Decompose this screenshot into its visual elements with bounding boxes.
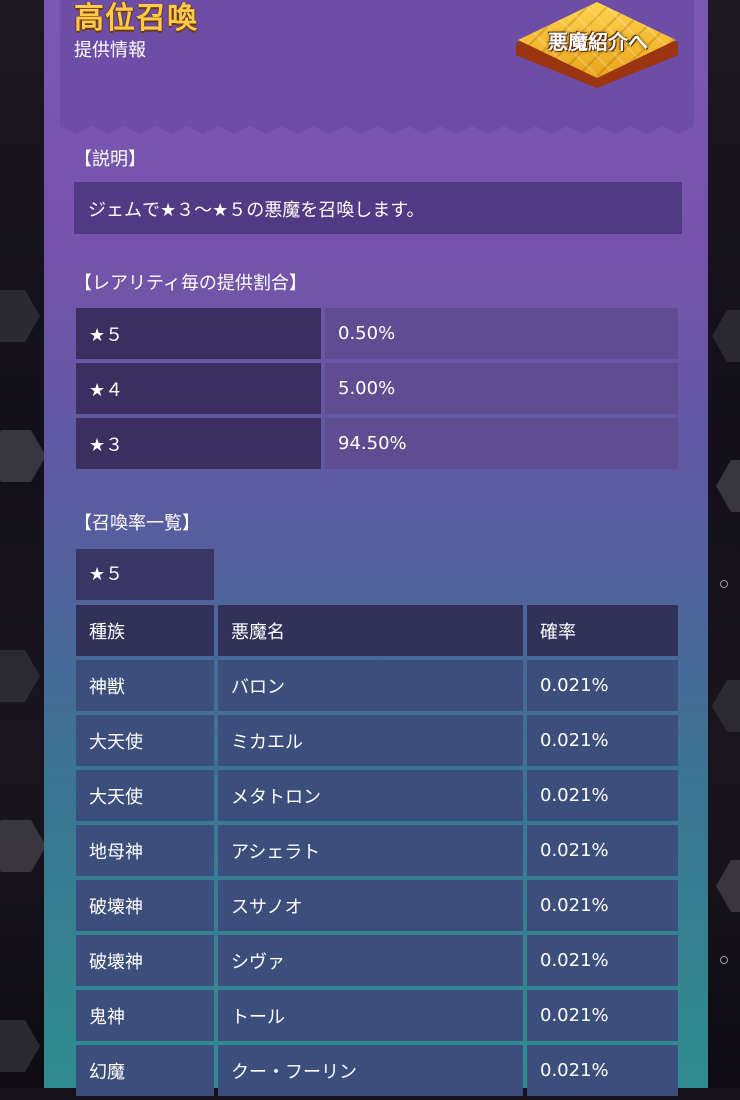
demon-name-cell: アシェラト: [218, 825, 523, 876]
table-row: ★５ 0.50%: [76, 308, 678, 359]
demon-name-cell: ミカエル: [218, 715, 523, 766]
race-cell: 神獣: [76, 660, 214, 711]
table-row: 神獣 バロン 0.021%: [76, 660, 678, 711]
table-row: ★４ 5.00%: [76, 363, 678, 414]
header-zigzag-edge: [60, 118, 694, 134]
table-row: 破壊神 シヴァ 0.021%: [76, 935, 678, 986]
demon-name-cell: メタトロン: [218, 770, 523, 821]
rate-cell: 0.021%: [527, 1045, 678, 1096]
race-cell: 破壊神: [76, 880, 214, 931]
rate-cell: 0.021%: [527, 990, 678, 1041]
summon-rate-table: 種族 悪魔名 確率 神獣 バロン 0.021% 大天使 ミカエル 0.021% …: [72, 601, 682, 1100]
table-row: 鬼神 トール 0.021%: [76, 990, 678, 1041]
demon-name-cell: スサノオ: [218, 880, 523, 931]
demon-name-cell: トール: [218, 990, 523, 1041]
demon-intro-button[interactable]: 悪魔紹介へ: [514, 0, 682, 92]
rate-cell: 0.021%: [527, 770, 678, 821]
demon-name-cell: クー・フーリン: [218, 1045, 523, 1096]
table-row: 大天使 ミカエル 0.021%: [76, 715, 678, 766]
tier-tab-star5[interactable]: ★５: [76, 549, 214, 600]
race-cell: 鬼神: [76, 990, 214, 1041]
rate-cell: 0.50%: [325, 308, 678, 359]
race-cell: 大天使: [76, 715, 214, 766]
rarity-rates-heading: 【レアリティ毎の提供割合】: [74, 273, 307, 294]
decoration-dot: [720, 580, 728, 588]
rate-cell: 5.00%: [325, 363, 678, 414]
summon-info-panel[interactable]: 高位召喚 提供情報 悪魔紹介へ 【説明】 ジェムで★３〜★５の悪魔を召喚します。…: [44, 0, 708, 1096]
rate-cell: 0.021%: [527, 660, 678, 711]
rate-cell: 94.50%: [325, 418, 678, 469]
rarity-cell: ★５: [76, 308, 321, 359]
game-background-right: [708, 0, 740, 1088]
race-cell: 幻魔: [76, 1045, 214, 1096]
description-text: ジェムで★３〜★５の悪魔を召喚します。: [88, 200, 425, 221]
race-cell: 大天使: [76, 770, 214, 821]
rate-cell: 0.021%: [527, 715, 678, 766]
hex-tile: [0, 1020, 40, 1072]
hex-tile: [0, 290, 40, 342]
rate-cell: 0.021%: [527, 935, 678, 986]
decoration-dot: [720, 956, 728, 964]
rarity-cell: ★４: [76, 363, 321, 414]
hex-tile: [716, 860, 740, 912]
demon-name-cell: バロン: [218, 660, 523, 711]
hex-tile: [712, 310, 740, 362]
rate-cell: 0.021%: [527, 880, 678, 931]
hex-tile: [712, 680, 740, 732]
hex-tile: [0, 430, 46, 482]
hex-tile: [0, 650, 40, 702]
demon-intro-label: 悪魔紹介へ: [548, 30, 648, 54]
rarity-cell: ★３: [76, 418, 321, 469]
table-row: 地母神 アシェラト 0.021%: [76, 825, 678, 876]
hex-tile: [716, 460, 740, 512]
demon-name-cell: シヴァ: [218, 935, 523, 986]
column-header-demon-name: 悪魔名: [218, 605, 523, 656]
description-heading: 【説明】: [74, 149, 146, 170]
game-background-left: [0, 0, 46, 1088]
page-title: 高位召喚: [74, 1, 198, 36]
rarity-rate-table: ★５ 0.50% ★４ 5.00% ★３ 94.50%: [72, 304, 682, 473]
table-row: 破壊神 スサノオ 0.021%: [76, 880, 678, 931]
race-cell: 地母神: [76, 825, 214, 876]
race-cell: 破壊神: [76, 935, 214, 986]
column-header-rate: 確率: [527, 605, 678, 656]
table-row: 大天使 メタトロン 0.021%: [76, 770, 678, 821]
column-header-race: 種族: [76, 605, 214, 656]
page-subtitle: 提供情報: [74, 40, 146, 61]
table-row: ★３ 94.50%: [76, 418, 678, 469]
rate-cell: 0.021%: [527, 825, 678, 876]
description-box: ジェムで★３〜★５の悪魔を召喚します。: [74, 182, 682, 234]
summon-rates-heading: 【召喚率一覧】: [74, 513, 200, 534]
table-row: 幻魔 クー・フーリン 0.021%: [76, 1045, 678, 1096]
table-header-row: 種族 悪魔名 確率: [76, 605, 678, 656]
hex-tile: [0, 820, 46, 872]
